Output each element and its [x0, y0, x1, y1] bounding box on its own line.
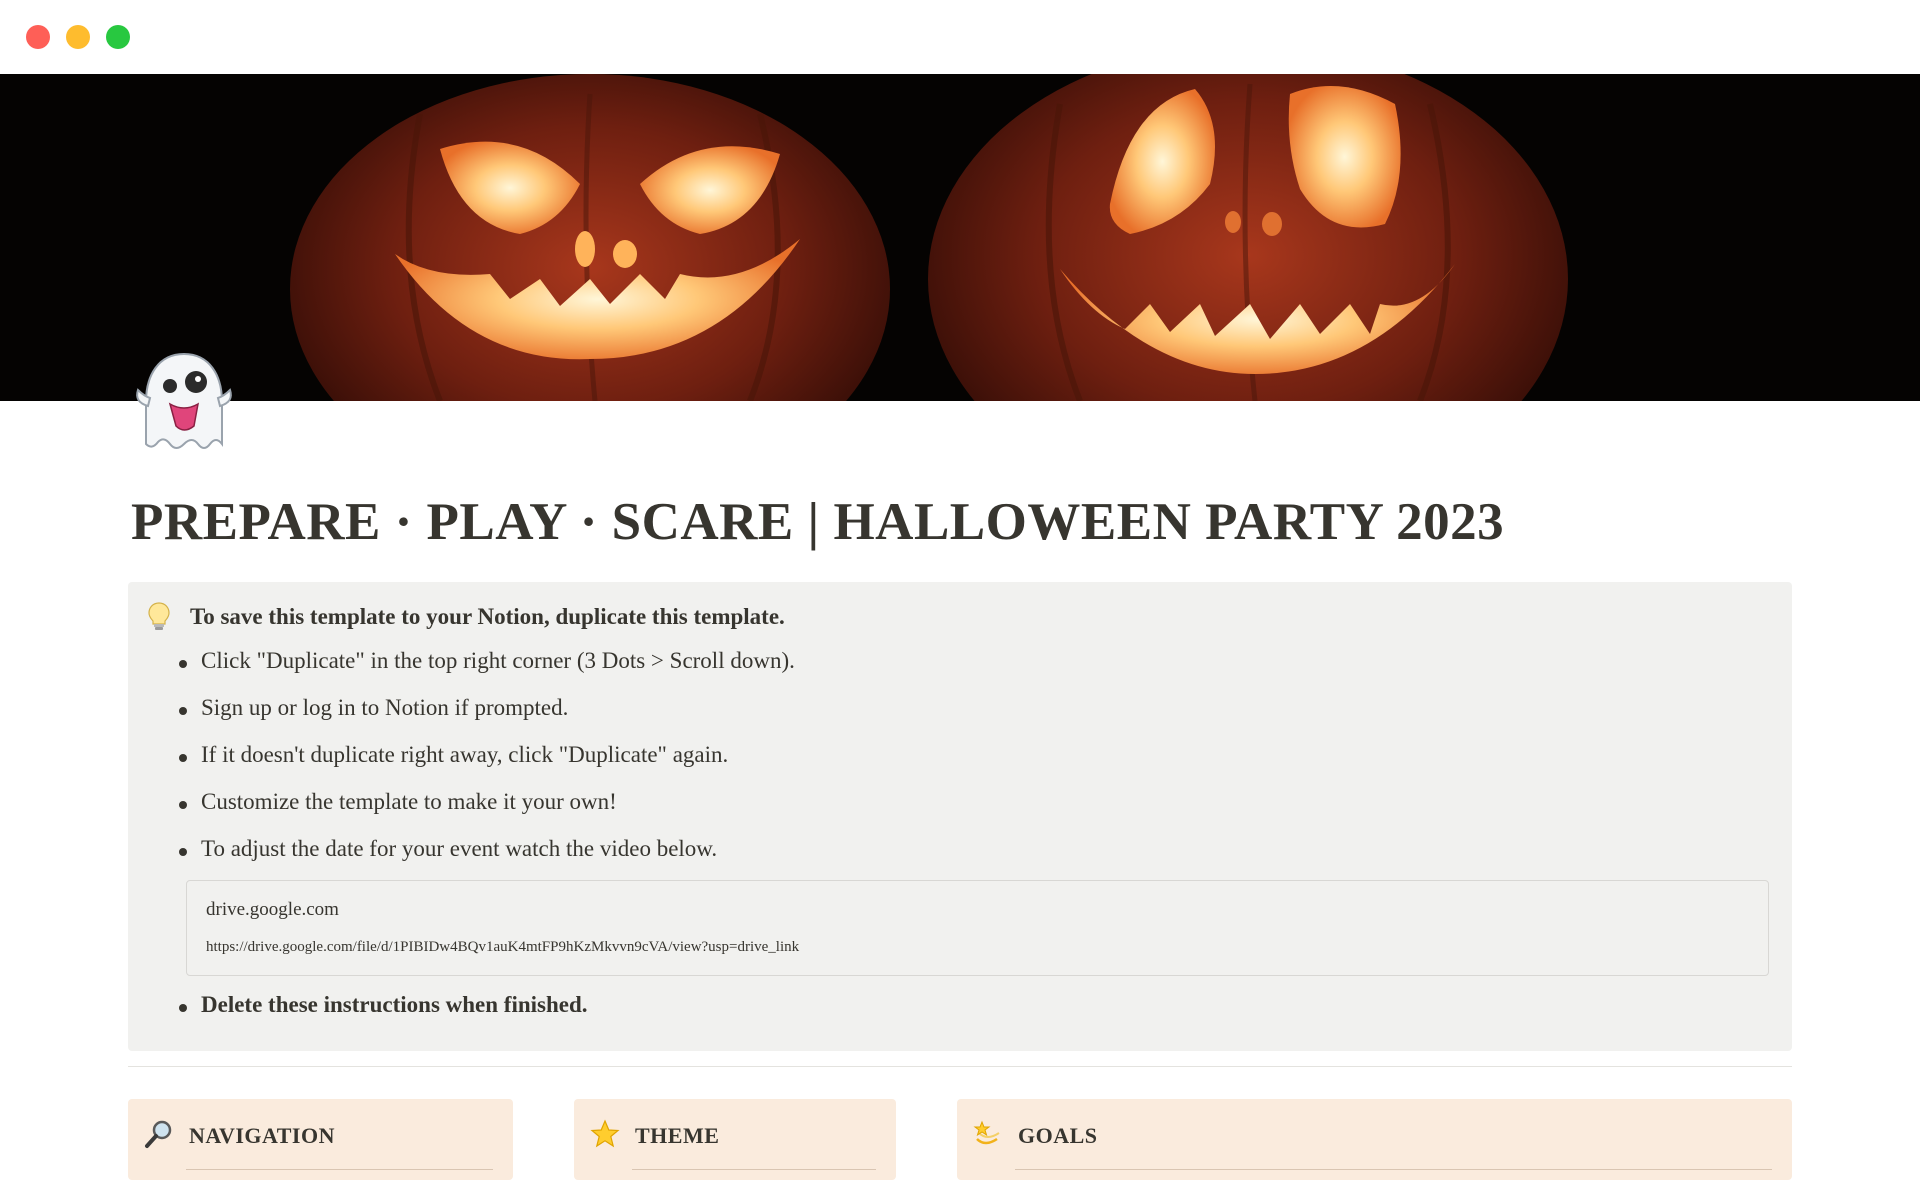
theme-label: THEME: [635, 1123, 720, 1148]
minimize-window-button[interactable]: [66, 25, 90, 49]
card-divider: [186, 1169, 493, 1170]
navigation-label: NAVIGATION: [189, 1123, 335, 1148]
bookmark-url: https://drive.google.com/file/d/1PIBIDw4…: [206, 939, 800, 955]
instruction-item[interactable]: If it doesn't duplicate right away, clic…: [178, 742, 728, 768]
dizzy-star-icon: [973, 1119, 1003, 1149]
ghost-icon[interactable]: [128, 346, 240, 458]
page-title[interactable]: PREPARE · PLAY · SCARE | HALLOWEEN PARTY…: [131, 492, 1504, 552]
instructions-callout[interactable]: To save this template to your Notion, du…: [128, 582, 1792, 1051]
divider: [128, 1066, 1792, 1067]
bookmark-title: drive.google.com: [206, 899, 339, 920]
star-icon: [590, 1119, 620, 1149]
close-window-button[interactable]: [26, 25, 50, 49]
window-titlebar: [0, 0, 1920, 74]
instruction-item[interactable]: To adjust the date for your event watch …: [178, 836, 717, 862]
card-divider: [1015, 1169, 1772, 1170]
drive-link-bookmark[interactable]: drive.google.com https://drive.google.co…: [186, 880, 1769, 976]
goals-label: GOALS: [1018, 1123, 1098, 1148]
instruction-item[interactable]: Sign up or log in to Notion if prompted.: [178, 695, 568, 721]
zoom-window-button[interactable]: [106, 25, 130, 49]
navigation-card[interactable]: NAVIGATION: [128, 1099, 513, 1180]
magnifying-glass-icon: [144, 1119, 174, 1149]
instruction-item[interactable]: Click "Duplicate" in the top right corne…: [179, 648, 795, 674]
card-divider: [632, 1169, 876, 1170]
instruction-item-final[interactable]: Delete these instructions when finished.: [179, 992, 588, 1018]
light-bulb-icon: [148, 602, 170, 632]
goals-card[interactable]: GOALS: [957, 1099, 1792, 1180]
cover-image[interactable]: [0, 74, 1920, 401]
theme-card[interactable]: THEME: [574, 1099, 896, 1180]
jack-o-lantern-cover: [0, 74, 1920, 401]
callout-heading: To save this template to your Notion, du…: [190, 604, 785, 629]
instruction-item[interactable]: Customize the template to make it your o…: [179, 789, 617, 815]
